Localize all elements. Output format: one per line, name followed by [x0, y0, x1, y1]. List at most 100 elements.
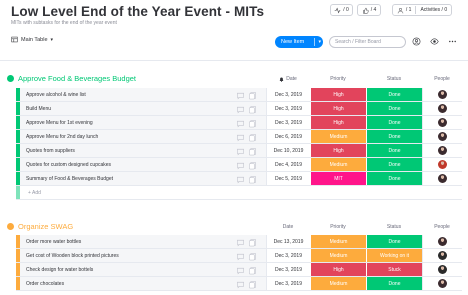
column-header-people[interactable]: People [422, 224, 462, 230]
column-header-priority[interactable]: Priority [310, 224, 366, 230]
item-name[interactable]: Approve alcohol & wine list [26, 92, 86, 98]
person-filter-icon[interactable] [412, 37, 421, 46]
group-title[interactable]: Organize SWAG [18, 222, 73, 231]
group-collapse-icon[interactable] [7, 223, 14, 230]
priority-cell[interactable]: High [310, 102, 366, 115]
priority-cell[interactable]: High [310, 116, 366, 129]
board-title[interactable]: Low Level End of the Year Event - MITs [11, 4, 264, 19]
conversation-icon[interactable] [236, 147, 245, 156]
conversation-icon[interactable] [236, 175, 245, 184]
subitems-icon[interactable] [248, 91, 257, 100]
date-cell[interactable]: Dec 10, 2019 [266, 144, 310, 157]
date-cell[interactable]: Dec 5, 2019 [266, 172, 310, 185]
date-cell[interactable]: Dec 3, 2019 [266, 263, 310, 276]
priority-cell[interactable]: Medium [310, 235, 366, 248]
item-name[interactable]: Summary of Food & Beverages Budget [26, 176, 113, 182]
conversation-icon[interactable] [236, 252, 245, 261]
table-row[interactable]: Order more water bottles Dec 13, 2019 Medi… [16, 235, 462, 249]
board-description[interactable]: MITs with subtasks for the end of the ye… [11, 20, 117, 26]
people-cell[interactable] [422, 144, 462, 157]
add-item-row[interactable]: + Add [16, 186, 462, 200]
item-name[interactable]: Check design for water bottels [26, 267, 93, 273]
status-cell[interactable]: Done [366, 144, 422, 157]
item-name[interactable]: Build Menu [26, 106, 51, 112]
status-cell[interactable]: Done [366, 277, 422, 290]
column-header-date[interactable]: Date [266, 76, 310, 82]
priority-cell[interactable]: High [310, 88, 366, 101]
chevron-down-icon[interactable]: ▾ [318, 36, 321, 48]
item-name[interactable]: Approve Menu for 2nd day lunch [26, 134, 98, 140]
subitems-icon[interactable] [248, 133, 257, 142]
table-row[interactable]: Approve Menu for 1st evening Dec 3, 2019 H… [16, 116, 462, 130]
date-cell[interactable]: Dec 4, 2019 [266, 158, 310, 171]
people-cell[interactable] [422, 158, 462, 171]
search-filter-input[interactable]: Search / Filter Board [329, 36, 406, 48]
status-cell[interactable]: Done [366, 88, 422, 101]
date-cell[interactable]: Dec 3, 2019 [266, 88, 310, 101]
priority-cell[interactable]: Medium [310, 277, 366, 290]
priority-cell[interactable]: Medium [310, 130, 366, 143]
people-cell[interactable] [422, 263, 462, 276]
date-cell[interactable]: Dec 3, 2019 [266, 102, 310, 115]
date-cell[interactable]: Dec 13, 2019 [266, 235, 310, 248]
people-cell[interactable] [422, 172, 462, 185]
subitems-icon[interactable] [248, 266, 257, 275]
item-name[interactable]: Approve Menu for 1st evening [26, 120, 93, 126]
status-cell[interactable]: Done [366, 116, 422, 129]
subitems-icon[interactable] [248, 175, 257, 184]
people-cell[interactable] [422, 235, 462, 248]
status-cell[interactable]: Done [366, 172, 422, 185]
status-cell[interactable]: Working on it [366, 249, 422, 262]
item-name[interactable]: Order more water bottles [26, 239, 81, 245]
priority-cell[interactable]: Medium [310, 158, 366, 171]
table-row[interactable]: Order chocolates Dec 3, 2019 Medium Done [16, 277, 462, 291]
conversation-icon[interactable] [236, 105, 245, 114]
table-row[interactable]: Build Menu Dec 3, 2019 High Done [16, 102, 462, 116]
conversation-icon[interactable] [236, 161, 245, 170]
item-name[interactable]: Order chocolates [26, 281, 64, 287]
column-header-date[interactable]: Date [266, 224, 310, 230]
subitems-icon[interactable] [248, 280, 257, 289]
subitems-icon[interactable] [248, 252, 257, 261]
group-collapse-icon[interactable] [7, 75, 14, 82]
conversation-icon[interactable] [236, 119, 245, 128]
priority-cell[interactable]: Medium [310, 249, 366, 262]
subitems-icon[interactable] [248, 105, 257, 114]
new-item-button[interactable]: New Item ▾ [275, 36, 323, 48]
column-header-priority[interactable]: Priority [310, 76, 366, 82]
conversation-icon[interactable] [236, 91, 245, 100]
members-activities-button[interactable]: / 1 Activities / 0 [392, 4, 452, 16]
subitems-icon[interactable] [248, 238, 257, 247]
people-cell[interactable] [422, 277, 462, 290]
date-cell[interactable]: Dec 3, 2019 [266, 249, 310, 262]
people-cell[interactable] [422, 88, 462, 101]
status-cell[interactable]: Stuck [366, 263, 422, 276]
subitems-icon[interactable] [248, 161, 257, 170]
column-header-people[interactable]: People [422, 76, 462, 82]
item-name[interactable]: Quotes for custom designed cupcakes [26, 162, 111, 168]
table-row[interactable]: Get cost of Wooden block printed picture… [16, 249, 462, 263]
status-cell[interactable]: Done [366, 158, 422, 171]
activity-button[interactable]: / 0 [330, 4, 353, 16]
conversation-icon[interactable] [236, 133, 245, 142]
column-header-status[interactable]: Status [366, 76, 422, 82]
people-cell[interactable] [422, 102, 462, 115]
date-cell[interactable]: Dec 3, 2019 [266, 277, 310, 290]
status-cell[interactable]: Done [366, 235, 422, 248]
conversation-icon[interactable] [236, 266, 245, 275]
status-cell[interactable]: Done [366, 102, 422, 115]
likes-button[interactable]: / 4 [357, 4, 381, 16]
subitems-icon[interactable] [248, 147, 257, 156]
item-name[interactable]: Get cost of Wooden block printed picture… [26, 253, 119, 259]
table-row[interactable]: Approve Menu for 2nd day lunch Dec 6, 201… [16, 130, 462, 144]
table-row[interactable]: Approve alcohol & wine list Dec 3, 2019 Hi… [16, 88, 462, 102]
main-table-view-tab[interactable]: Main Table ▾ [11, 36, 53, 43]
people-cell[interactable] [422, 130, 462, 143]
priority-cell[interactable]: MIT [310, 172, 366, 185]
priority-cell[interactable]: High [310, 263, 366, 276]
item-name[interactable]: Quotes from suppliers [26, 148, 75, 154]
column-header-status[interactable]: Status [366, 224, 422, 230]
eye-icon[interactable] [430, 37, 439, 46]
date-cell[interactable]: Dec 3, 2019 [266, 116, 310, 129]
table-row[interactable]: Quotes for custom designed cupcakes Dec 4… [16, 158, 462, 172]
